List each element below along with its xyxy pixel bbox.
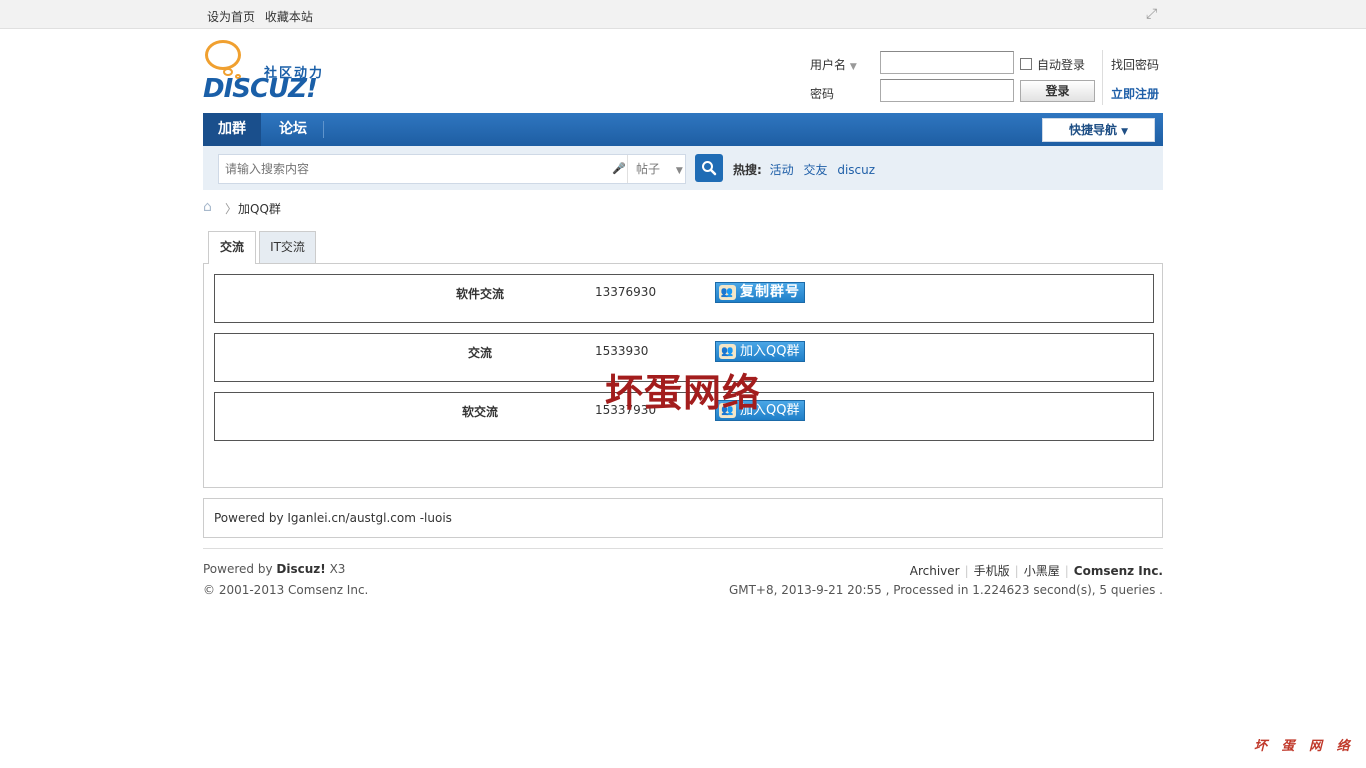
hot-search-item[interactable]: 活动 [770,163,794,177]
login-divider [1102,50,1103,105]
group-name: 软交流 [461,405,498,419]
top-links: 设为首页 收藏本站 [207,8,319,25]
tab-exchange[interactable]: 交流 [208,231,256,264]
join-qq-group-button[interactable]: 👥 加入QQ群 [715,341,805,362]
watermark-text: 坏蛋网络 [605,370,762,415]
footer-link-archiver[interactable]: Archiver [910,564,960,578]
group-row: 软件交流 13376930 👥 复制群号 [214,274,1154,323]
quick-nav-button[interactable]: 快捷导航 ▼ [1042,118,1155,142]
hot-search-label: 热搜: [733,163,762,177]
group-name: 软件交流 [455,287,504,301]
breadcrumb-current: 加QQ群 [238,202,281,216]
footer-powered: Powered by Discuz! X3 [203,562,346,576]
footer-link-blackroom[interactable]: 小黑屋 [1024,564,1060,578]
password-label: 密码 [810,87,835,101]
hot-search: 热搜: 活动 交友 discuz [733,161,881,178]
custom-powered-box: Powered by Iganlei.cn/austgl.com -luois [203,498,1163,538]
breadcrumb-separator-icon: 〉 [225,202,238,216]
username-label[interactable]: 用户名 ▼ [810,56,857,73]
search-button[interactable] [695,154,723,182]
search-scope-select[interactable]: 帖子 ▼ [627,155,687,183]
hot-search-item[interactable]: 交友 [803,163,827,177]
footer-link-mobile[interactable]: 手机版 [974,564,1010,578]
site-logo[interactable]: 社区动力 DISCUZ! [203,40,338,106]
logo-brand: DISCUZ! [203,74,318,104]
chevron-down-icon: ▼ [1121,127,1129,137]
corner-watermark: 坏 蛋 网 络 [1254,739,1355,754]
footer-links: Archiver | 手机版 | 小黑屋 | Comsenz Inc. [909,564,1163,578]
footer-company-link[interactable]: Comsenz Inc. [1074,564,1163,578]
home-icon[interactable]: ⌂ [203,200,219,214]
search-icon [702,161,717,176]
login-button[interactable]: 登录 [1020,80,1095,102]
footer-brand-link[interactable]: Discuz! [276,562,325,576]
qq-users-icon: 👥 [719,285,736,300]
register-link[interactable]: 立即注册 [1111,85,1159,102]
auto-login-label[interactable]: 自动登录 [1037,56,1085,73]
logo-bubble-icon [205,40,241,70]
microphone-icon[interactable]: 🎤 [612,162,626,176]
top-bar: 设为首页 收藏本站 ⤢ [0,0,1366,29]
set-home-link[interactable]: 设为首页 [207,10,255,24]
search-input[interactable] [219,155,625,183]
group-number: 1533930 [595,344,649,358]
search-bar: 🎤 帖子 ▼ 热搜: 活动 交友 discuz [203,146,1163,190]
tab-it-exchange[interactable]: IT交流 [259,231,316,263]
copy-group-number-button[interactable]: 👥 复制群号 [715,282,805,303]
username-input[interactable] [880,51,1014,74]
username-dropdown-icon[interactable]: ▼ [850,62,857,72]
fullscreen-icon[interactable]: ⤢ [1146,7,1160,21]
nav-item-forum[interactable]: 论坛 [265,113,321,146]
nav-item-join-group[interactable]: 加群 [203,113,261,146]
hot-search-item[interactable]: discuz [837,163,875,177]
password-input[interactable] [880,79,1014,102]
auto-login-checkbox[interactable] [1020,58,1032,70]
group-name: 交流 [467,346,492,360]
login-form: 用户名 ▼ 自动登录 找回密码 密码 登录 立即注册 [810,50,1170,105]
footer-divider [203,548,1163,549]
bookmark-link[interactable]: 收藏本站 [265,10,313,24]
search-box: 🎤 帖子 ▼ [218,154,686,184]
main-nav: 加群 论坛 快捷导航 ▼ [203,113,1163,146]
nav-divider [323,121,324,138]
chevron-down-icon: ▼ [675,166,683,176]
footer-stats: GMT+8, 2013-9-21 20:55 , Processed in 1.… [728,583,1163,597]
footer-copyright: © 2001-2013 Comsenz Inc. [203,583,369,597]
qq-users-icon: 👥 [719,344,736,359]
group-number: 13376930 [595,285,657,299]
forgot-password-link[interactable]: 找回密码 [1111,56,1159,73]
